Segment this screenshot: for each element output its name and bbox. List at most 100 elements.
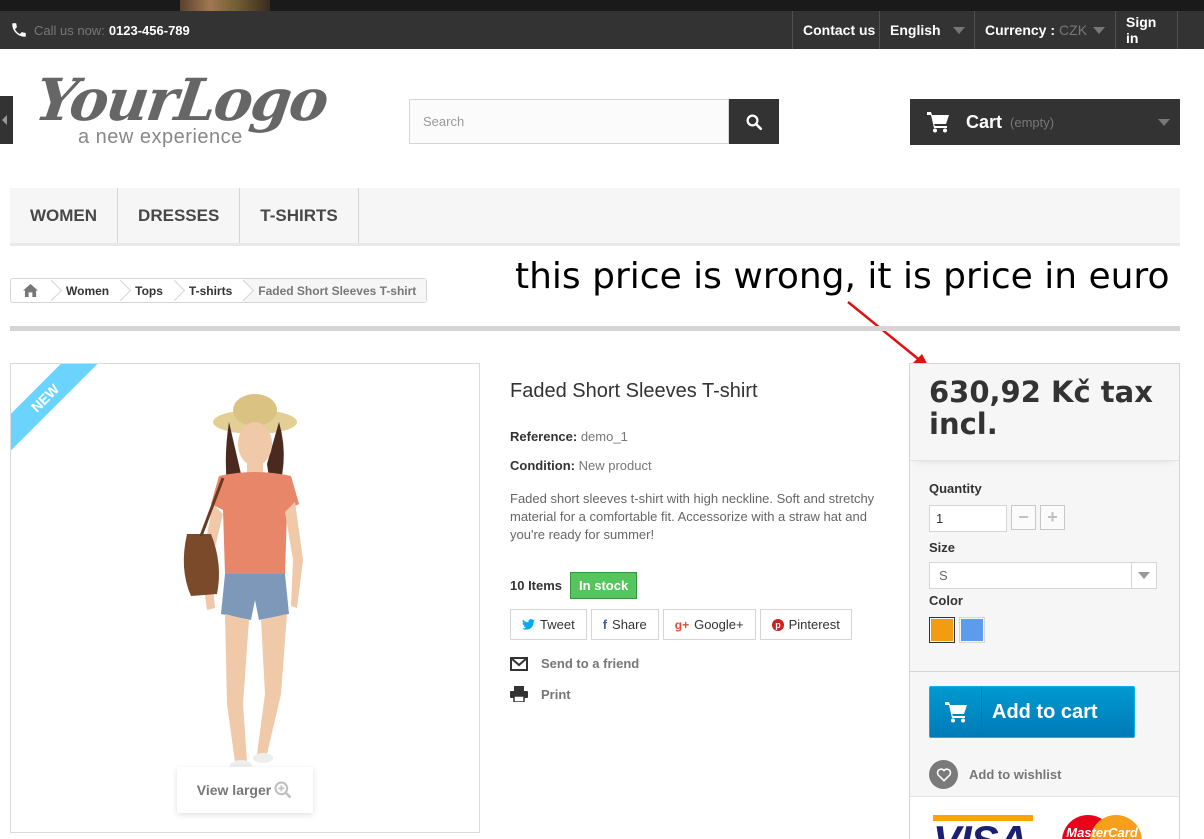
add-to-wishlist-link[interactable]: Add to wishlist: [929, 760, 1061, 789]
send-to-friend-link[interactable]: Send to a friend: [510, 656, 639, 671]
menu-item-dresses[interactable]: Dresses: [118, 188, 241, 243]
facebook-share-button[interactable]: f Share: [590, 609, 659, 640]
main-menu: Women Dresses T-shirts: [10, 188, 1180, 246]
availability: 10 Items In stock: [510, 572, 638, 599]
chevron-down-icon: [953, 26, 965, 34]
size-label: Size: [929, 540, 956, 555]
top-nav-bar: Call us now: 0123-456-789 Contact us Eng…: [0, 11, 1204, 49]
currency-label: Currency :: [985, 22, 1056, 38]
chevron-down-icon: [1158, 119, 1170, 126]
cart-icon: [927, 112, 949, 133]
buy-box: 630,92 Kč tax incl. Quantity 1 − + Size S…: [909, 363, 1180, 839]
phone-number: 0123-456-789: [108, 22, 190, 38]
product-title: Faded Short Sleeves T-shirt: [510, 380, 758, 402]
cart-label: Cart: [966, 111, 1003, 132]
phone-icon: [12, 23, 26, 37]
language-selector[interactable]: English: [879, 11, 975, 49]
svg-text:p: p: [775, 620, 781, 630]
contact-us-link[interactable]: Contact us: [792, 11, 885, 49]
chevron-down-icon: [1093, 26, 1105, 34]
price-area: 630,92 Kč tax incl.: [910, 364, 1179, 461]
view-larger-label: View larger: [196, 782, 272, 798]
menu-item-women[interactable]: Women: [10, 188, 119, 243]
logo-wordmark: YourLogo: [31, 66, 332, 134]
google-plus-label: Google+: [694, 617, 744, 632]
language-label: English: [890, 22, 941, 38]
pinterest-label: Pinterest: [788, 617, 840, 632]
chevron-down-icon: [1131, 563, 1156, 588]
color-swatch-orange[interactable]: [929, 617, 955, 643]
contact-us-label: Contact us: [803, 22, 876, 38]
color-swatch-blue[interactable]: [959, 617, 985, 643]
envelope-icon: [510, 656, 528, 671]
search-icon: [746, 114, 763, 130]
mastercard-logo: MasterCard: [1062, 815, 1142, 839]
product-condition: Condition: New product: [510, 458, 652, 473]
tweet-button[interactable]: Tweet: [510, 609, 587, 640]
condition-label: Condition:: [510, 458, 575, 473]
twitter-icon: [522, 619, 535, 630]
google-plus-icon: g+: [674, 617, 690, 632]
wishlist-label: Add to wishlist: [969, 767, 1062, 782]
quantity-input[interactable]: 1: [929, 505, 1007, 532]
search-button[interactable]: [729, 99, 779, 144]
send-to-friend-label: Send to a friend: [541, 656, 640, 671]
quantity-value: 1: [936, 511, 944, 526]
search-input[interactable]: Search: [409, 99, 729, 144]
print-link[interactable]: Print: [510, 686, 571, 702]
sign-in-label: Sign in: [1126, 14, 1157, 46]
google-plus-button[interactable]: g+ Google+: [662, 609, 756, 640]
annotation-text: this price is wrong, it is price in euro: [515, 256, 1170, 297]
top-banner-strip: [0, 0, 1204, 11]
swatch-fill: [931, 619, 953, 641]
pinterest-icon: p: [771, 618, 784, 631]
add-to-cart-label: Add to cart: [992, 700, 1098, 723]
size-select[interactable]: S: [929, 562, 1157, 589]
logo-tagline: a new experience: [78, 126, 243, 148]
svg-text:MasterCard: MasterCard: [1066, 825, 1139, 839]
view-larger-button[interactable]: View larger: [177, 767, 313, 813]
printer-icon: [510, 686, 528, 702]
share-buttons: Tweet f Share g+ Google+ p Pinterest: [510, 609, 852, 640]
items-count: 10 Items: [510, 578, 563, 593]
share-label: Share: [612, 617, 647, 632]
site-logo[interactable]: YourLogo a new experience: [31, 66, 331, 156]
new-badge-label: NEW: [11, 364, 98, 451]
add-to-cart-button[interactable]: Add to cart: [929, 686, 1135, 738]
swatch-fill: [961, 619, 983, 641]
breadcrumb-current: Faded Short Sleeves T-shirt: [244, 279, 427, 302]
breadcrumb: Women Tops T-shirts Faded Short Sleeves …: [10, 278, 428, 303]
section-divider: [10, 326, 1180, 331]
product-price: 630,92 Kč tax incl.: [929, 375, 1153, 441]
product-description: Faded short sleeves t-shirt with high ne…: [510, 491, 875, 542]
visa-logo: VISA: [933, 817, 1028, 839]
cart-button[interactable]: Cart (empty): [910, 99, 1180, 145]
call-label: Call us now:: [34, 22, 105, 38]
stock-badge: In stock: [570, 572, 638, 599]
breadcrumb-item[interactable]: Women: [52, 279, 121, 302]
zoom-in-icon: [274, 781, 292, 799]
buy-box-divider: [910, 671, 1179, 672]
product-image[interactable]: NEW View larger: [10, 363, 480, 833]
product-reference: Reference: demo_1: [510, 429, 628, 444]
pinterest-button[interactable]: p Pinterest: [759, 609, 852, 640]
quantity-decrease-button[interactable]: −: [1011, 505, 1036, 530]
breadcrumb-item[interactable]: T-shirts: [175, 279, 244, 302]
home-icon: [23, 284, 38, 297]
print-label: Print: [541, 686, 571, 702]
menu-item-tshirts[interactable]: T-shirts: [240, 188, 359, 243]
quantity-label: Quantity: [929, 481, 982, 496]
color-label: Color: [929, 593, 963, 608]
payment-logos: VISA MasterCard: [910, 796, 1179, 839]
plus-icon: +: [1047, 507, 1058, 527]
condition-value: New product: [578, 458, 652, 473]
currency-value: CZK: [1059, 22, 1088, 38]
breadcrumb-home[interactable]: [11, 279, 52, 302]
quantity-increase-button[interactable]: +: [1040, 505, 1065, 530]
currency-selector[interactable]: Currency : CZK: [974, 11, 1115, 49]
sign-in-link[interactable]: Sign in: [1115, 11, 1178, 49]
banner-image: [180, 0, 270, 11]
heart-icon: [929, 760, 958, 789]
reference-label: Reference:: [510, 429, 578, 444]
side-panel-toggle[interactable]: [0, 96, 13, 144]
